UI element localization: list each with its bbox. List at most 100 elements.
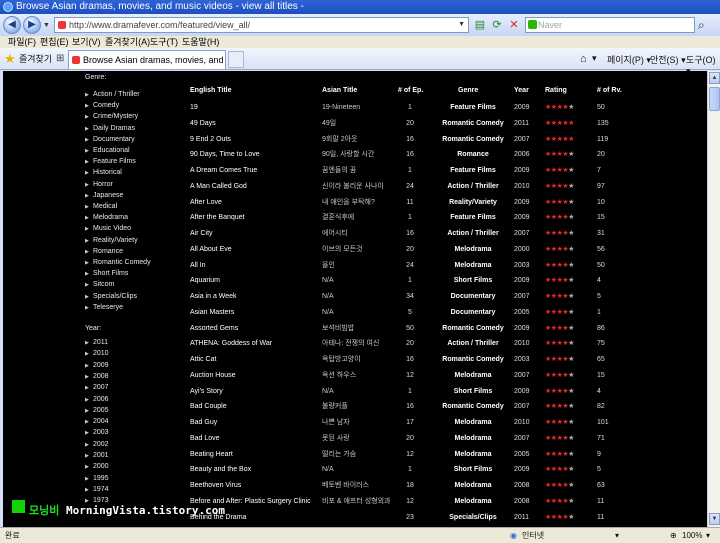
table-row[interactable]: 90 Days, Time to Love 90일, 사랑할 시간 16 Romanc… [188, 147, 648, 162]
year-label[interactable]: 2006 [93, 396, 109, 403]
table-row[interactable]: Air City 에어시티 16 Action / Thriller 2007 ★★★★★… [188, 226, 648, 241]
table-row[interactable]: Beating Heart 떨리는 가슴 12 Melodrama 2005 ★★★★★ 9 [188, 447, 648, 462]
table-row[interactable]: A Man Called God 신이라 불리운 사나이 24 Action / Th… [188, 179, 648, 194]
genre-label[interactable]: Romantic Comedy [93, 259, 151, 266]
refresh-icon[interactable]: ⟳ [490, 18, 504, 32]
english-title-link[interactable]: Aquarium [190, 273, 220, 288]
year-label[interactable]: 2002 [93, 441, 109, 448]
forward-icon[interactable]: ▶ [23, 16, 41, 34]
english-title-link[interactable]: A Dream Comes True [190, 163, 257, 178]
english-title-link[interactable]: Beauty and the Box [190, 462, 251, 477]
menu-favorites[interactable]: 즐겨찾기(A) [105, 36, 150, 48]
sidebar-year-item[interactable]: ▶ 2000 [85, 462, 109, 472]
scroll-down-icon[interactable]: ▼ [709, 513, 720, 525]
english-title-link[interactable]: ATHENA: Goddess of War [190, 336, 272, 351]
genre-label[interactable]: Action / Thriller [93, 91, 140, 98]
sidebar-genre-item[interactable]: ▶ Medical [85, 202, 117, 212]
page-menu[interactable]: 페이지(P) ▾ [607, 53, 651, 66]
sidebar-genre-item[interactable]: ▶ Historical [85, 168, 122, 178]
history-dropdown-icon[interactable]: ▼ [43, 22, 50, 29]
home-dropdown-icon[interactable]: ▾ [592, 53, 597, 64]
zoom-dropdown-icon[interactable]: ▾ [706, 528, 710, 543]
sidebar-year-item[interactable]: ▶ 2011 [85, 338, 108, 348]
table-row[interactable]: Ayi's Story N/A 1 Short Films 2009 ★★★★★ 4 [188, 384, 648, 399]
sidebar-genre-item[interactable]: ▶ Action / Thriller [85, 90, 140, 100]
genre-label[interactable]: Music Video [93, 225, 131, 232]
sidebar-year-item[interactable]: ▶ 2004 [85, 417, 109, 427]
table-row[interactable]: Bad Couple 불량커플 16 Romantic Comedy 2007 ★★★★★… [188, 399, 648, 414]
table-row[interactable]: 49 Days 49일 20 Romantic Comedy 2011 ★★★★★ 135 [188, 116, 648, 131]
table-row[interactable]: Beauty and the Box N/A 1 Short Films 2009 ★★★… [188, 462, 648, 477]
sidebar-genre-item[interactable]: ▶ Romance [85, 247, 123, 257]
sidebar-genre-item[interactable]: ▶ Feature Films [85, 157, 136, 167]
stop-icon[interactable]: ✕ [507, 18, 521, 32]
zoom-icon[interactable]: ⊕ [670, 528, 677, 543]
sidebar-genre-item[interactable]: ▶ Daily Dramas [85, 124, 135, 134]
table-row[interactable]: Asian Masters N/A 5 Documentary 2005 ★★★★★ 1 [188, 305, 648, 320]
sidebar-genre-item[interactable]: ▶ Horror [85, 180, 113, 190]
sidebar-genre-item[interactable]: ▶ Comedy [85, 101, 119, 111]
home-icon[interactable]: ⌂ [580, 53, 587, 65]
sidebar-year-item[interactable]: ▶ 2008 [85, 372, 109, 382]
english-title-link[interactable]: Air City [190, 226, 213, 241]
year-label[interactable]: 1974 [93, 486, 109, 493]
tab-active[interactable]: Browse Asian dramas, movies, and music v… [68, 50, 226, 69]
search-icon[interactable]: ⌕ [698, 18, 705, 33]
english-title-link[interactable]: A Man Called God [190, 179, 247, 194]
year-label[interactable]: 2011 [93, 339, 108, 346]
genre-label[interactable]: Educational [93, 147, 130, 154]
table-row[interactable]: A Dream Comes True 꿈엔들의 꿈 1 Feature Films 20… [188, 163, 648, 178]
table-row[interactable]: ATHENA: Goddess of War 아테나: 전쟁의 여신 20 Actio… [188, 336, 648, 351]
table-row[interactable]: Attic Cat 옥탑방고양이 16 Romantic Comedy 2003 ★★★★… [188, 352, 648, 367]
header-genre[interactable]: Genre [458, 87, 478, 94]
vertical-scrollbar[interactable]: ▲ ▼ [707, 71, 720, 527]
table-row[interactable]: Bad Guy 나쁜 남자 17 Melodrama 2010 ★★★★★ 101 [188, 415, 648, 430]
english-title-link[interactable]: All In [190, 258, 206, 273]
genre-label[interactable]: Short Films [93, 270, 128, 277]
english-title-link[interactable]: Bad Guy [190, 415, 217, 430]
protected-mode-icon[interactable]: ▾ [615, 528, 619, 543]
english-title-link[interactable]: Beethoven Virus [190, 478, 241, 493]
sidebar-genre-item[interactable]: ▶ Music Video [85, 224, 131, 234]
english-title-link[interactable]: Bad Couple [190, 399, 227, 414]
sidebar-genre-item[interactable]: ▶ Specials/Clips [85, 292, 137, 302]
compatibility-view-icon[interactable]: ▤ [473, 18, 487, 32]
english-title-link[interactable]: 49 Days [190, 116, 216, 131]
search-input[interactable]: Naver [525, 17, 695, 33]
genre-label[interactable]: Feature Films [93, 158, 136, 165]
english-title-link[interactable]: Ayi's Story [190, 384, 223, 399]
table-row[interactable]: 9 End 2 Outs 9회말 2아웃 16 Romantic Comedy 2007… [188, 132, 648, 147]
safety-menu[interactable]: 안전(S) ▾ [650, 53, 686, 66]
year-label[interactable]: 2005 [93, 407, 109, 414]
menu-help[interactable]: 도움말(H) [182, 36, 219, 48]
year-label[interactable]: 2001 [93, 452, 109, 459]
genre-label[interactable]: Sitcom [93, 281, 114, 288]
sidebar-genre-item[interactable]: ▶ Crime/Mystery [85, 112, 138, 122]
year-label[interactable]: 2004 [93, 418, 109, 425]
genre-label[interactable]: Crime/Mystery [93, 113, 138, 120]
genre-label[interactable]: Documentary [93, 136, 135, 143]
genre-label[interactable]: Reality/Variety [93, 237, 138, 244]
sidebar-year-item[interactable]: ▶ 2009 [85, 361, 109, 371]
table-row[interactable]: 19 19-Nineteen 1 Feature Films 2009 ★★★★★ 50 [188, 100, 648, 115]
english-title-link[interactable]: Bad Love [190, 431, 220, 446]
header-asian-title[interactable]: Asian Title [322, 87, 357, 94]
address-bar[interactable]: http://www.dramafever.com/featured/view_… [54, 17, 469, 33]
sidebar-genre-item[interactable]: ▶ Reality/Variety [85, 236, 138, 246]
genre-label[interactable]: Horror [93, 181, 113, 188]
quick-tabs-icon[interactable]: ⊞ [56, 53, 64, 64]
year-label[interactable]: 2000 [93, 463, 109, 470]
genre-label[interactable]: Comedy [93, 102, 119, 109]
genre-label[interactable]: Romance [93, 248, 123, 255]
english-title-link[interactable]: After Love [190, 195, 222, 210]
year-label[interactable]: 2007 [93, 384, 109, 391]
sidebar-genre-item[interactable]: ▶ Romantic Comedy [85, 258, 151, 268]
english-title-link[interactable]: 90 Days, Time to Love [190, 147, 260, 162]
year-label[interactable]: 2010 [93, 350, 109, 357]
sidebar-year-item[interactable]: ▶ 1974 [85, 485, 109, 495]
sidebar-genre-item[interactable]: ▶ Melodrama [85, 213, 128, 223]
table-row[interactable]: After the Banquet 결혼식후에 1 Feature Films 2009… [188, 210, 648, 225]
table-row[interactable]: All About Eve 이브의 모든것 20 Melodrama 2000 ★★★★★… [188, 242, 648, 257]
genre-label[interactable]: Japanese [93, 192, 123, 199]
table-row[interactable]: Bad Love 못된 사랑 20 Melodrama 2007 ★★★★★ 71 [188, 431, 648, 446]
